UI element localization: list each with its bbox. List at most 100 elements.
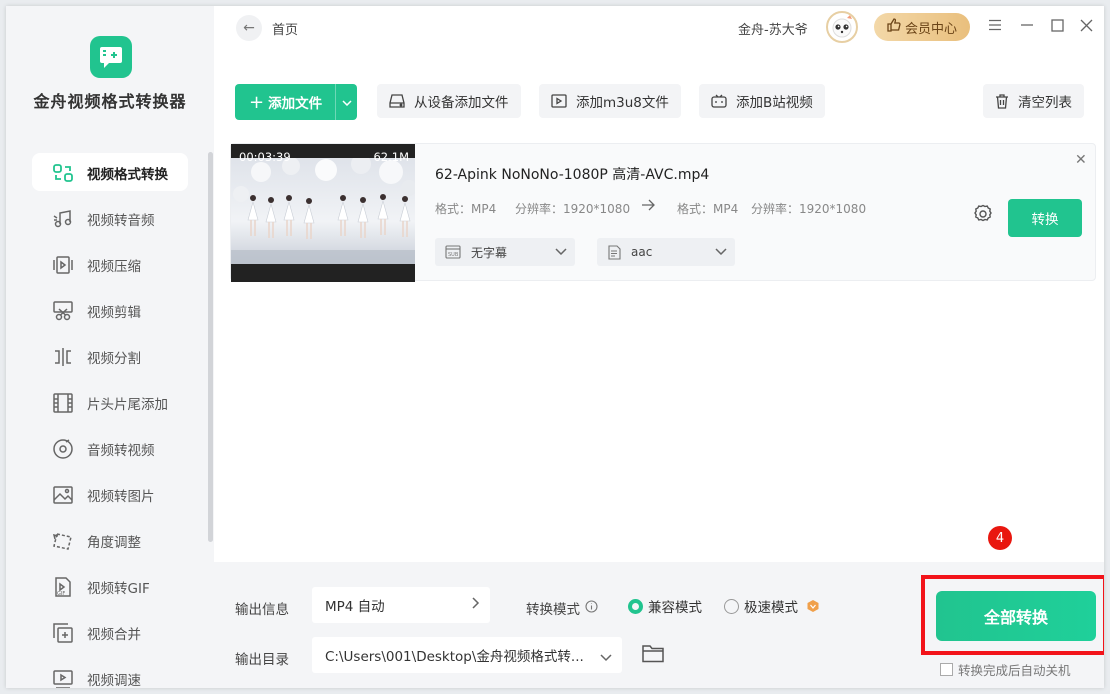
- output-info-select[interactable]: MP4 自动: [312, 587, 490, 623]
- thumbnail-scene-image: [231, 158, 415, 264]
- output-info-label: 输出信息: [235, 602, 289, 618]
- scissors-icon: [52, 300, 74, 322]
- arrow-right-icon: [642, 199, 655, 211]
- sidebar-item-format-convert[interactable]: 视频格式转换: [6, 150, 214, 196]
- sidebar: 金舟视频格式转换器 视频格式转换 视频转音频 视频压缩 视频剪辑 视频分割 片头…: [6, 6, 214, 688]
- vip-badge-icon: [806, 599, 820, 613]
- settings-button[interactable]: [973, 204, 993, 228]
- trash-icon: [995, 93, 1009, 109]
- target-format: 格式：MP4: [677, 202, 739, 216]
- source-resolution: 分辨率：1920*1080: [515, 202, 631, 216]
- convert-button[interactable]: 转换: [1008, 199, 1082, 237]
- folder-icon: [642, 645, 664, 663]
- bilibili-icon: [711, 94, 727, 108]
- add-file-dropdown[interactable]: [336, 94, 357, 110]
- split-icon: [52, 346, 74, 368]
- avatar[interactable]: [826, 11, 858, 43]
- sidebar-item-compress[interactable]: 视频压缩: [6, 242, 214, 288]
- chevron-down-icon: [600, 650, 612, 666]
- hamburger-icon: [988, 19, 1002, 35]
- checkbox-unchecked-icon: [940, 663, 953, 676]
- music-note-icon: [52, 208, 74, 230]
- info-icon[interactable]: [585, 599, 598, 617]
- sidebar-item-split[interactable]: 视频分割: [6, 334, 214, 380]
- app-title: 金舟视频格式转换器: [33, 92, 187, 111]
- video-thumbnail[interactable]: 00:03:39 62.1M: [231, 144, 415, 282]
- arrow-left-icon: ←: [243, 20, 255, 36]
- output-dir-select[interactable]: C:\Users\001\Desktop\金舟视频格式转...: [312, 637, 622, 673]
- sidebar-item-rotate[interactable]: 角度调整: [6, 518, 214, 564]
- add-file-main[interactable]: + 添加文件: [235, 84, 335, 120]
- sidebar-item-intro-outro[interactable]: 片头片尾添加: [6, 380, 214, 426]
- sidebar-item-merge[interactable]: 视频合并: [6, 610, 214, 656]
- radio-checked-icon: [628, 598, 643, 614]
- remove-file-button[interactable]: ✕: [1075, 152, 1087, 168]
- sidebar-item-edit[interactable]: 视频剪辑: [6, 288, 214, 334]
- top-bar: ← 首页 金舟-苏大爷 会员中心: [214, 6, 1104, 58]
- sidebar-item-speed[interactable]: 视频调速: [6, 656, 214, 688]
- image-icon: [52, 484, 74, 506]
- file-card: 00:03:39 62.1M 62-Apink NoNoNo-1080P 高清-…: [230, 143, 1096, 282]
- sidebar-item-audio-to-video[interactable]: 音频转视频: [6, 426, 214, 472]
- open-folder-button[interactable]: [642, 644, 664, 667]
- sidebar-item-video-to-audio[interactable]: 视频转音频: [6, 196, 214, 242]
- back-button[interactable]: ←: [236, 15, 262, 41]
- breadcrumb: 首页: [272, 23, 299, 38]
- add-bilibili-button[interactable]: 添加B站视频: [699, 84, 825, 118]
- svg-text:SUB: SUB: [448, 252, 459, 258]
- vip-center-button[interactable]: 会员中心: [874, 13, 970, 41]
- subtitle-icon: SUB: [445, 245, 461, 259]
- close-window-button[interactable]: [1077, 18, 1095, 36]
- svg-text:GIF: GIF: [57, 591, 65, 597]
- film-strip-icon: [52, 392, 74, 414]
- convert-all-button[interactable]: 全部转换: [936, 591, 1096, 641]
- audio-track-icon: [607, 244, 621, 260]
- step-badge: 4: [988, 526, 1012, 550]
- minimize-icon: [1020, 19, 1034, 35]
- sidebar-scrollbar[interactable]: [208, 152, 213, 542]
- convert-mode-label: 转换模式: [526, 598, 598, 618]
- target-resolution: 分辨率：1920*1080: [751, 202, 867, 216]
- mode-compatible-radio[interactable]: 兼容模式: [628, 596, 702, 616]
- thumbs-up-icon: [887, 18, 901, 36]
- close-icon: [1080, 19, 1093, 36]
- user-name[interactable]: 金舟-苏大爷: [738, 19, 808, 38]
- chevron-down-icon: [715, 245, 727, 259]
- sidebar-item-gif[interactable]: GIF 视频转GIF: [6, 564, 214, 610]
- format-convert-icon: [52, 162, 74, 184]
- sidebar-nav: 视频格式转换 视频转音频 视频压缩 视频剪辑 视频分割 片头片尾添加 音频转视频…: [6, 150, 214, 688]
- clear-list-button[interactable]: 清空列表: [983, 84, 1084, 118]
- gif-icon: GIF: [52, 576, 74, 598]
- device-icon: [389, 94, 405, 108]
- audio-track-select[interactable]: aac: [597, 238, 735, 266]
- play-box-icon: [551, 94, 567, 108]
- speed-icon: [52, 668, 74, 688]
- file-name: 62-Apink NoNoNo-1080P 高清-AVC.mp4: [435, 167, 710, 183]
- add-from-device-button[interactable]: 从设备添加文件: [377, 84, 521, 118]
- add-file-button[interactable]: + 添加文件: [235, 84, 357, 120]
- maximize-icon: [1050, 18, 1064, 36]
- convert-all-highlight: 全部转换: [921, 575, 1104, 655]
- gear-icon: [974, 204, 992, 222]
- chevron-down-icon: [341, 94, 352, 110]
- radio-unchecked-icon: [724, 598, 739, 614]
- menu-button[interactable]: [986, 18, 1004, 36]
- add-m3u8-button[interactable]: 添加m3u8文件: [539, 84, 681, 118]
- app-window: 金舟视频格式转换器 视频格式转换 视频转音频 视频压缩 视频剪辑 视频分割 片头…: [6, 6, 1104, 688]
- mode-fast-radio[interactable]: 极速模式: [724, 596, 820, 616]
- app-logo-icon: [90, 36, 132, 78]
- subtitle-select[interactable]: SUB 无字幕: [435, 238, 575, 266]
- merge-icon: [52, 622, 74, 644]
- bottom-panel: 输出信息 MP4 自动 转换模式 兼容模式 极速模式 输出目录 C:\Users…: [214, 562, 1104, 688]
- auto-shutdown-checkbox[interactable]: 转换完成后自动关机: [940, 660, 1071, 679]
- chevron-right-icon: [472, 597, 480, 613]
- chevron-down-icon: [555, 245, 567, 259]
- video-size: 62.1M: [373, 150, 409, 164]
- disc-icon: [52, 438, 74, 460]
- sidebar-item-video-to-image[interactable]: 视频转图片: [6, 472, 214, 518]
- rotate-icon: [52, 530, 74, 552]
- minimize-button[interactable]: [1018, 18, 1036, 36]
- maximize-button[interactable]: [1048, 18, 1066, 36]
- video-duration: 00:03:39: [239, 150, 291, 164]
- source-format: 格式：MP4: [435, 202, 497, 216]
